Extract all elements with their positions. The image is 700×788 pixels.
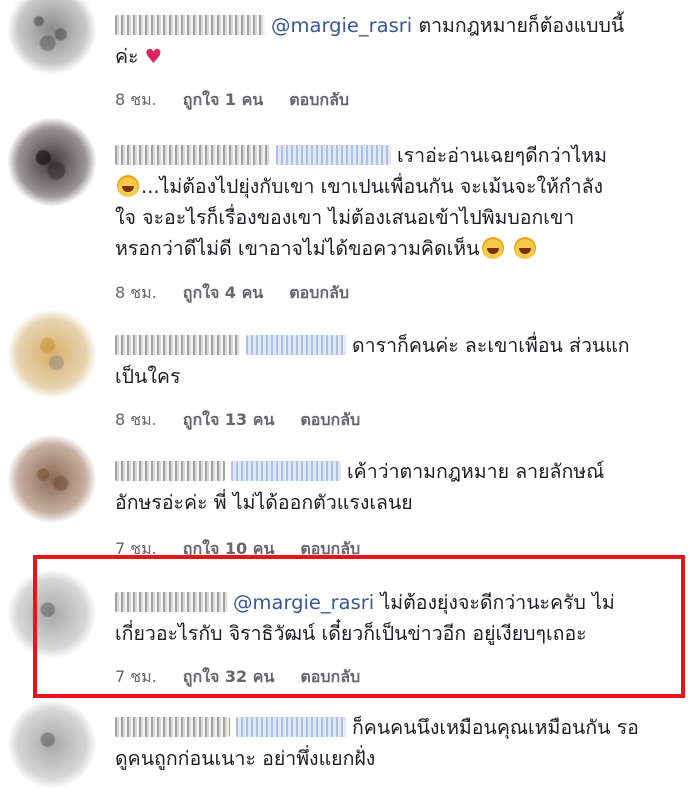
comment-text: ดูคนถูกก่อนเนาะ อย่าพึ่งแยกฝั่ง (115, 747, 376, 770)
reply-link[interactable]: ตอบกลับ (300, 410, 360, 429)
reply-link[interactable]: ตอบกลับ (289, 90, 349, 109)
reply-link[interactable]: ตอบกลับ (289, 283, 349, 302)
laughing-emoji-icon (117, 175, 139, 197)
comment-text: ตามกฎหมายก็ต้องแบบนี้ (418, 14, 625, 37)
like-count[interactable]: ถูกใจ 13 คน (183, 410, 275, 429)
laughing-emoji-icon (513, 237, 536, 259)
comment-text: เป็นใคร (115, 365, 181, 388)
comment-meta: 8 ชม. ถูกใจ 13 คน ตอบกลับ (115, 408, 386, 433)
comment-text: หรอกว่าดีไม่ดี เขาอาจไม่ได้ขอความคิดเห็น (115, 237, 480, 260)
mention-link-blurred[interactable] (236, 717, 346, 737)
comment-body: ดาราก็คนค่ะ ละเขาเพื่อน ส่วนแก เป็นใคร (115, 330, 690, 392)
avatar[interactable] (8, 700, 96, 788)
mention-link-blurred[interactable] (246, 335, 346, 355)
like-count[interactable]: ถูกใจ 1 คน (183, 90, 263, 109)
comment-text: เค้าว่าตามกฎหมาย ลายลักษณ์ (347, 460, 605, 483)
commenter-name-blurred[interactable] (115, 15, 265, 35)
timestamp[interactable]: 8 ชม. (115, 90, 157, 109)
commenter-name-blurred[interactable] (115, 717, 230, 737)
comment-body: @margie_rasri ตามกฎหมายก็ต้องแบบนี้ ค่ะ … (115, 10, 690, 72)
heart-emoji-icon: ♥ (144, 45, 163, 68)
comment-text: อักษรอ่ะค่ะ พี่ ไม่ได้ออกตัวแรงเลนย (115, 491, 413, 514)
comment-body: เราอ่ะอ่านเฉยๆดีกว่าไหม ...ไม่ต้องไปยุ่ง… (115, 140, 690, 264)
comment-body: เค้าว่าตามกฎหมาย ลายลักษณ์ อักษรอ่ะค่ะ พ… (115, 456, 690, 518)
timestamp[interactable]: 8 ชม. (115, 283, 157, 302)
comment-body: ก็คนคนนึงเหมือนคุณเหมือนกัน รอ ดูคนถูกก่… (115, 712, 690, 774)
comment-meta: 8 ชม. ถูกใจ 1 คน ตอบกลับ (115, 88, 375, 113)
avatar[interactable] (8, 435, 96, 523)
comment-meta: 8 ชม. ถูกใจ 4 คน ตอบกลับ (115, 281, 375, 306)
avatar[interactable] (8, 0, 96, 74)
like-count[interactable]: ถูกใจ 4 คน (183, 283, 263, 302)
comment-text: ค่ะ (115, 45, 139, 68)
timestamp[interactable]: 8 ชม. (115, 410, 157, 429)
avatar[interactable] (8, 118, 96, 206)
highlight-box (33, 555, 685, 698)
mention-link-blurred[interactable] (231, 461, 341, 481)
commenter-name-blurred[interactable] (115, 335, 240, 355)
laughing-emoji-icon (481, 237, 504, 259)
comment-text: ดาราก็คนค่ะ ละเขาเพื่อน ส่วนแก (352, 334, 630, 357)
mention-link[interactable]: @margie_rasri (271, 14, 412, 37)
mention-link-blurred[interactable] (276, 145, 391, 165)
comment-text: ใจ จะอะไรก็เรื่องของเขา ไม่ต้องเสนอเข้าไ… (115, 206, 575, 229)
avatar[interactable] (8, 310, 96, 398)
comment-text: เราอ่ะอ่านเฉยๆดีกว่าไหม (397, 144, 607, 167)
commenter-name-blurred[interactable] (115, 145, 270, 165)
comment-text: ...ไม่ต้องไปยุ่งกับเขา เขาเปนเพื่อนกัน จ… (141, 175, 604, 198)
comment-text: ก็คนคนนึงเหมือนคุณเหมือนกัน รอ (352, 716, 639, 739)
commenter-name-blurred[interactable] (115, 461, 225, 481)
